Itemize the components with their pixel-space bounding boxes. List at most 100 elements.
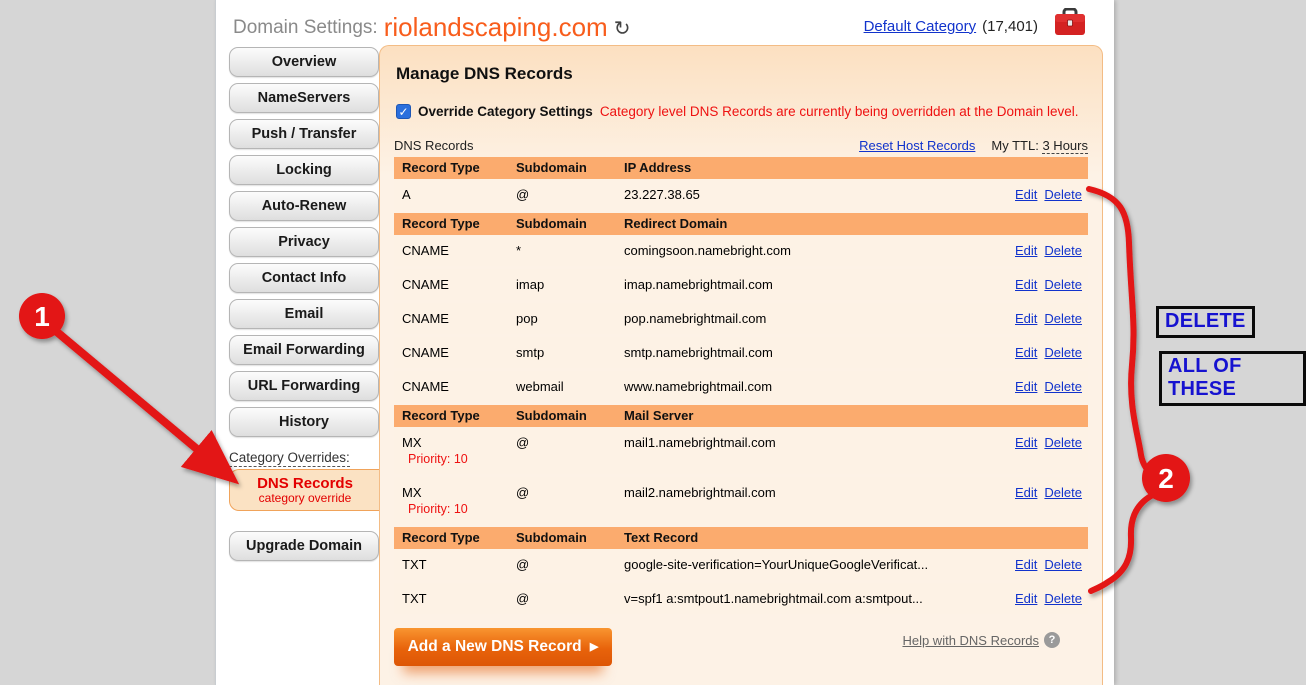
sidebar-item-label: Upgrade Domain [246,538,362,554]
table-row: CNAME smtp smtp.namebrightmail.com EditD… [394,337,1088,368]
edit-link[interactable]: Edit [1015,243,1037,258]
override-warning: Category level DNS Records are currently… [600,104,1079,119]
sidebar-item-label: Overview [272,54,337,70]
edit-link[interactable]: Edit [1015,345,1037,360]
table-controls: DNS Records Reset Host Records My TTL: 3… [394,138,1088,153]
edit-link[interactable]: Edit [1015,277,1037,292]
override-checkbox-label[interactable]: Override Category Settings [418,104,593,119]
annotation-step2-number: 2 [1158,463,1174,494]
add-dns-record-button[interactable]: Add a New DNS Record ▶ [394,628,612,666]
cell-value: comingsoon.namebright.com [624,243,992,258]
col-subdomain: Subdomain [516,160,624,175]
cell-record-type: CNAME [402,243,516,258]
edit-link[interactable]: Edit [1015,591,1037,606]
edit-link[interactable]: Edit [1015,557,1037,572]
cell-subdomain: smtp [516,345,624,360]
sidebar-item-auto-renew[interactable]: Auto-Renew [229,191,379,221]
delete-link[interactable]: Delete [1044,311,1082,326]
delete-link[interactable]: Delete [1044,379,1082,394]
edit-link[interactable]: Edit [1015,435,1037,450]
col-subdomain: Subdomain [516,216,624,231]
sidebar-item-label: Email [285,306,324,322]
sidebar-item-label: Privacy [278,234,330,250]
annotation-all-text: ALL OF THESE [1168,355,1242,400]
sidebar-item-label: URL Forwarding [248,378,361,394]
col-value: Mail Server [624,408,992,423]
cell-subdomain: webmail [516,379,624,394]
sidebar-item-email[interactable]: Email [229,299,379,329]
cell-record-type: TXT [402,591,516,606]
sidebar-item-privacy[interactable]: Privacy [229,227,379,257]
delete-link[interactable]: Delete [1044,591,1082,606]
delete-link[interactable]: Delete [1044,243,1082,258]
override-row: ✓ Override Category Settings Category le… [396,104,1088,119]
cell-value: mail2.namebrightmail.com [624,485,992,500]
sidebar-item-nameservers[interactable]: NameServers [229,83,379,113]
annotation-step1-number: 1 [34,301,50,332]
section-header-redirect: Record Type Subdomain Redirect Domain [394,213,1088,235]
page-content: Domain Settings:riolandscaping.com↻ Defa… [215,0,1114,685]
delete-link[interactable]: Delete [1044,435,1082,450]
col-record-type: Record Type [402,160,516,175]
sidebar-item-email-forwarding[interactable]: Email Forwarding [229,335,379,365]
annotation-all-box: ALL OF THESE [1159,351,1306,406]
col-record-type: Record Type [402,408,516,423]
cell-subdomain: imap [516,277,624,292]
dns-table: Record Type Subdomain IP Address A @ 23.… [394,157,1088,614]
override-checkbox[interactable]: ✓ [396,104,411,119]
cell-subdomain: pop [516,311,624,326]
annotation-delete-box: DELETE [1156,306,1255,338]
help-dns-records-link[interactable]: Help with DNS Records [902,633,1039,648]
sidebar-item-label: Contact Info [262,270,347,286]
mx-priority: Priority: 10 [408,502,516,516]
cell-value: pop.namebrightmail.com [624,311,992,326]
sidebar-item-label: Email Forwarding [243,342,365,358]
cell-value: smtp.namebrightmail.com [624,345,992,360]
edit-link[interactable]: Edit [1015,379,1037,394]
sidebar-item-push-transfer[interactable]: Push / Transfer [229,119,379,149]
sidebar-item-dns-records-active[interactable]: DNS Records category override [229,469,380,511]
sidebar-item-upgrade-domain[interactable]: Upgrade Domain [229,531,379,561]
question-mark-icon[interactable]: ? [1044,632,1060,648]
sidebar-item-contact-info[interactable]: Contact Info [229,263,379,293]
annotation-step2-circle [1142,454,1190,502]
sidebar-item-overview[interactable]: Overview [229,47,379,77]
cell-record-type: CNAME [402,311,516,326]
delete-link[interactable]: Delete [1044,277,1082,292]
sidebar-item-history[interactable]: History [229,407,379,437]
toolbox-icon[interactable] [1052,8,1088,38]
ttl-value[interactable]: 3 Hours [1042,138,1088,154]
table-row: CNAME * comingsoon.namebright.com EditDe… [394,235,1088,266]
sidebar-item-locking[interactable]: Locking [229,155,379,185]
sidebar-item-label: Push / Transfer [252,126,357,142]
category-overrides-label[interactable]: Category Overrides: [229,450,350,467]
records-label: DNS Records [394,138,473,153]
delete-link[interactable]: Delete [1044,485,1082,500]
reset-host-records-link[interactable]: Reset Host Records [859,138,975,153]
sidebar-item-label: Auto-Renew [262,198,347,214]
header-right: Default Category (17,401) [864,14,1088,38]
delete-link[interactable]: Delete [1044,557,1082,572]
ttl-label-text: My TTL: [991,138,1038,153]
cell-record-type: TXT [402,557,516,572]
panel-footer: Add a New DNS Record ▶ Help with DNS Rec… [394,628,1088,666]
default-category-link[interactable]: Default Category [864,18,977,35]
table-row: TXT @ v=spf1 a:smtpout1.namebrightmail.c… [394,583,1088,614]
col-value: Redirect Domain [624,216,992,231]
annotation-arrow-1 [57,332,222,470]
edit-link[interactable]: Edit [1015,311,1037,326]
col-record-type: Record Type [402,216,516,231]
edit-link[interactable]: Edit [1015,485,1037,500]
delete-link[interactable]: Delete [1044,187,1082,202]
table-row: CNAME pop pop.namebrightmail.com Edit Del… [394,303,1088,334]
cell-value: google-site-verification=YourUniqueGoogl… [624,557,992,572]
col-value: Text Record [624,530,992,545]
delete-link[interactable]: Delete [1044,345,1082,360]
edit-link[interactable]: Edit [1015,187,1037,202]
dns-records-sublabel: category override [259,492,352,505]
dns-records-label: DNS Records [257,476,353,492]
ttl-label: My TTL: 3 Hours [991,138,1088,153]
refresh-icon[interactable]: ↻ [614,18,631,40]
sidebar-item-url-forwarding[interactable]: URL Forwarding [229,371,379,401]
table-row: TXT @ google-site-verification=YourUniqu… [394,549,1088,580]
